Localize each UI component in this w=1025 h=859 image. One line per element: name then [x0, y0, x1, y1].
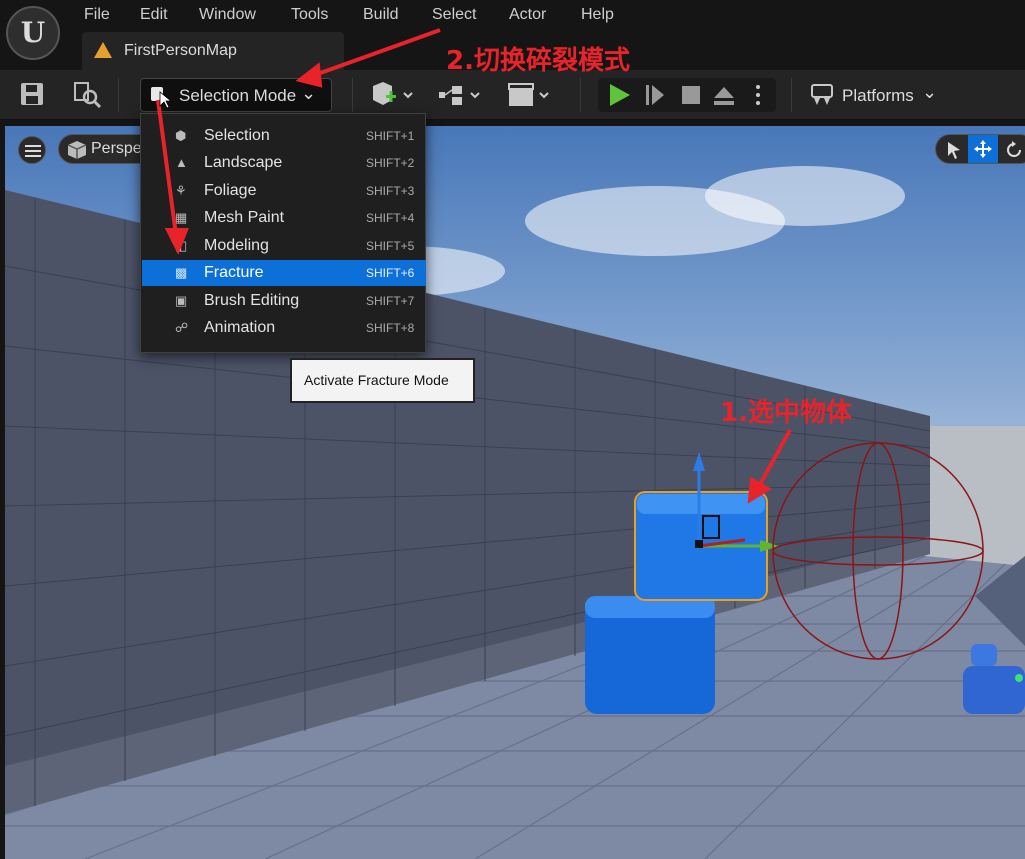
mouse-cursor-icon	[159, 91, 173, 109]
annotation-arrows	[156, 28, 792, 504]
